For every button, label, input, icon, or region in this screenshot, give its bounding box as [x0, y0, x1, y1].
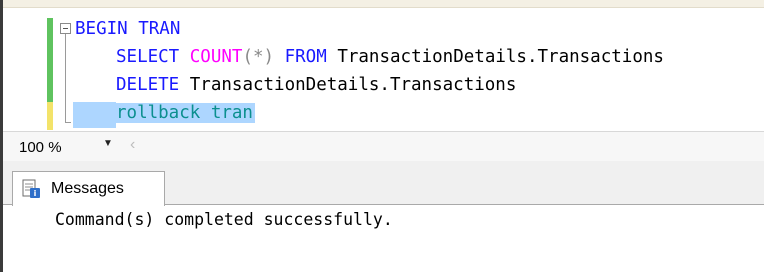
editor-top-border [3, 0, 764, 8]
query-editor[interactable]: BEGIN TRAN SELECT COUNT(*) FROM Transact… [3, 8, 764, 131]
keyword-begin-tran: BEGIN TRAN [75, 19, 181, 39]
outline-guide-end [65, 122, 71, 123]
keyword-from: FROM [284, 47, 327, 67]
saved-change-marker [47, 18, 53, 102]
outline-guide [65, 34, 66, 122]
table-name: TransactionDetails.Transactions [337, 47, 664, 67]
unsaved-change-marker [47, 102, 53, 130]
tab-messages[interactable]: i Messages [12, 171, 165, 206]
function-count: COUNT [189, 47, 243, 67]
table-name: TransactionDetails.Transactions [189, 75, 517, 95]
keyword-delete: DELETE [116, 75, 180, 95]
dropdown-arrow-icon[interactable]: ▼ [103, 138, 113, 149]
selection-highlight [73, 102, 116, 128]
code-line-1[interactable]: BEGIN TRAN [75, 14, 180, 44]
results-tab-strip: i Messages [3, 161, 764, 206]
messages-icon: i [21, 179, 41, 199]
selected-rollback-text: rollback tran [116, 103, 255, 123]
code-line-3[interactable]: DELETE TransactionDetails.Transactions [116, 70, 516, 100]
code-line-4[interactable]: rollback tran [116, 98, 255, 128]
scroll-left-icon[interactable]: ‹ [130, 136, 135, 154]
code-line-2[interactable]: SELECT COUNT(*) FROM TransactionDetails.… [116, 42, 664, 72]
results-pane: i Messages Command(s) completed successf… [3, 161, 764, 272]
svg-text:i: i [34, 189, 37, 198]
zoom-value: 100 % [19, 138, 62, 156]
keyword-select: SELECT [116, 47, 180, 67]
tab-messages-label: Messages [51, 180, 124, 197]
zoom-dropdown[interactable]: 100 % [5, 136, 117, 158]
count-args: (*) [242, 47, 275, 67]
result-message: Command(s) completed successfully. [55, 210, 393, 229]
editor-status-bar: 100 % ▼ ‹ [3, 131, 764, 161]
collapse-region-icon[interactable] [60, 23, 71, 34]
